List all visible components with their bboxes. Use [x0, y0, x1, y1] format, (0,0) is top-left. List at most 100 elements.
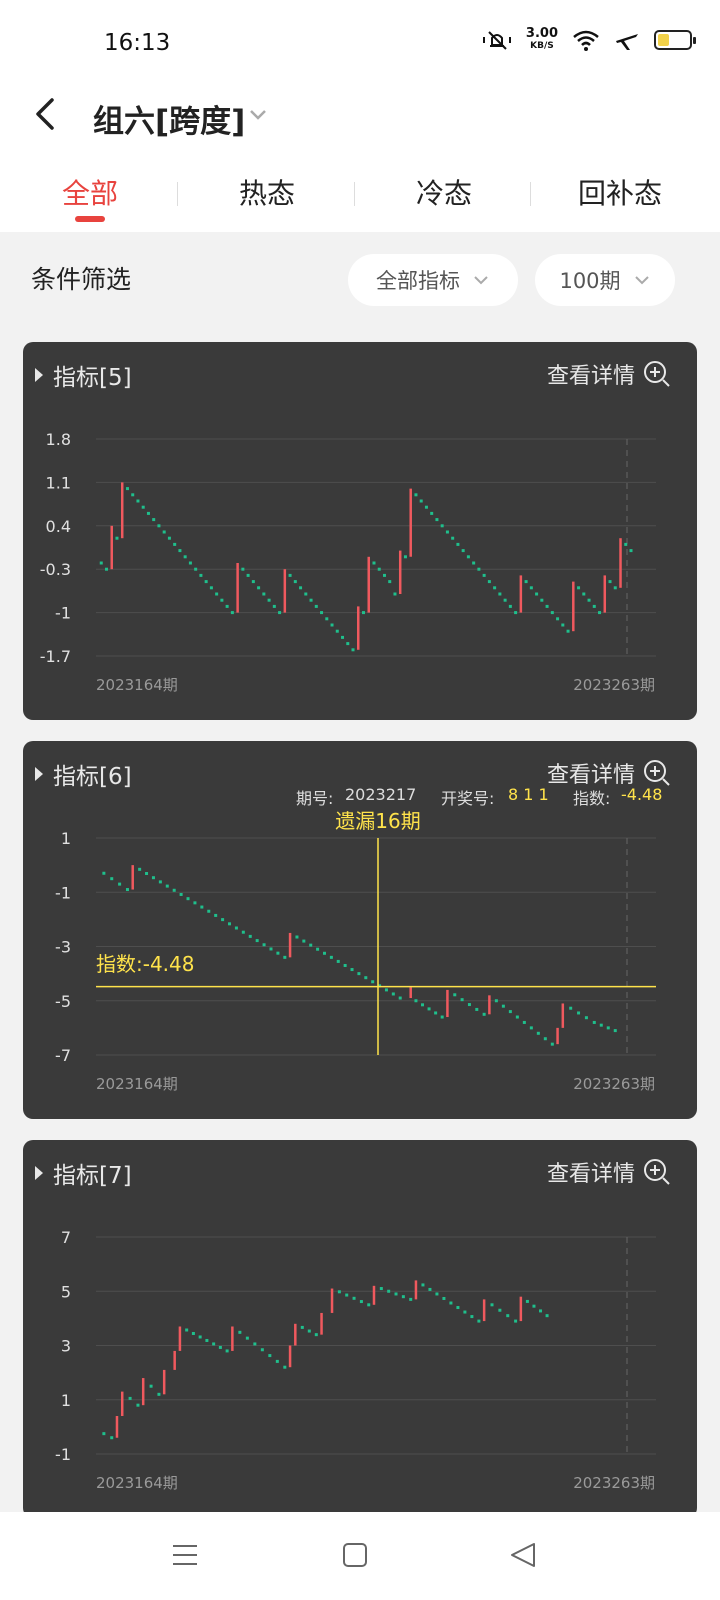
period-dropdown[interactable]: 100期	[535, 254, 675, 306]
fall-point	[508, 604, 512, 608]
fall-point	[384, 988, 388, 992]
fall-point	[535, 592, 539, 596]
fall-point	[241, 567, 245, 571]
fall-point	[577, 1011, 581, 1015]
y-tick-label: -1	[55, 1445, 71, 1464]
fall-point	[320, 611, 324, 615]
fall-point	[307, 1329, 311, 1333]
battery-icon	[654, 30, 696, 50]
fall-point	[529, 1026, 533, 1030]
fall-point	[207, 909, 211, 913]
fall-point	[550, 1042, 554, 1046]
tab-hot[interactable]: 热态	[177, 172, 357, 212]
y-tick-label: -3	[55, 938, 71, 957]
wifi-icon	[573, 30, 599, 51]
x-axis-end-label: 2023263期	[573, 676, 655, 694]
fall-point	[309, 943, 313, 947]
chevron-down-icon	[474, 276, 488, 285]
metric-dropdown[interactable]: 全部指标	[348, 254, 518, 306]
fall-point	[234, 926, 238, 930]
chevron-down-icon	[634, 276, 649, 285]
x-axis-end-label: 2023263期	[573, 1474, 655, 1492]
tab-rebound[interactable]: 回补态	[530, 172, 710, 212]
fall-point	[325, 617, 329, 621]
menu-icon[interactable]	[170, 1540, 200, 1570]
fall-point	[255, 939, 259, 943]
fall-point	[550, 611, 554, 615]
chevron-down-icon[interactable]	[246, 102, 270, 126]
fall-point	[379, 1287, 383, 1291]
fall-point	[104, 567, 108, 571]
page-title[interactable]: 组六[跨度]	[93, 96, 245, 141]
fall-point	[125, 888, 129, 892]
fall-point	[393, 592, 397, 596]
fall-point	[188, 561, 192, 565]
fall-point	[304, 592, 308, 596]
fall-point	[490, 1303, 494, 1307]
fall-point	[335, 629, 339, 633]
fall-point	[193, 901, 197, 905]
fall-point	[525, 1299, 529, 1303]
index-card: 指标[7] 查看详情 7 5 3 1 -1 2023164期 2023263期	[23, 1140, 697, 1518]
fall-point	[592, 1020, 596, 1024]
tab-cold[interactable]: 冷态	[354, 172, 534, 212]
fall-point	[330, 623, 334, 627]
fall-point	[606, 1026, 610, 1030]
fall-point	[582, 592, 586, 596]
fall-point	[209, 586, 213, 590]
fall-point	[341, 635, 345, 639]
fall-point	[162, 530, 166, 534]
fall-point	[283, 1365, 287, 1369]
index-chart[interactable]: 1 -1 -3 -5 -7 遗漏16期 指数:-4.48 2023164期 202326…	[23, 741, 697, 1119]
y-tick-label: 7	[61, 1228, 71, 1247]
fall-point	[357, 972, 361, 976]
index-chart[interactable]: 1.8 1.1 0.4 -0.3 -1 -1.7 2023164期 2023263期	[23, 342, 697, 720]
fall-point	[225, 604, 229, 608]
index-card: 指标[6] 查看详情 期号: 2023217 开奖号: 8 1 1 指数: -4…	[23, 741, 697, 1119]
airplane-icon	[616, 34, 638, 50]
fall-point	[428, 1287, 432, 1291]
fall-point	[427, 1007, 431, 1011]
fall-point	[430, 511, 434, 515]
fall-point	[167, 536, 171, 540]
status-time: 16:13	[104, 30, 171, 56]
fall-point	[272, 604, 276, 608]
fall-point	[456, 542, 460, 546]
fall-point	[276, 951, 280, 955]
index-chart[interactable]: 7 5 3 1 -1 2023164期 2023263期	[23, 1140, 697, 1518]
fall-point	[260, 1348, 264, 1352]
tab-all[interactable]: 全部	[0, 172, 180, 212]
fall-point	[377, 567, 381, 571]
fall-point	[453, 993, 457, 997]
fall-point	[343, 963, 347, 967]
home-icon[interactable]	[340, 1540, 370, 1570]
fall-point	[388, 580, 392, 584]
fall-point	[136, 499, 140, 503]
fall-point	[498, 1308, 502, 1312]
fall-point	[118, 882, 122, 886]
fall-point	[278, 611, 282, 615]
fall-point	[158, 880, 162, 884]
fall-point	[165, 884, 169, 888]
fall-point	[445, 530, 449, 534]
fall-point	[477, 1319, 481, 1323]
fall-point	[515, 1015, 519, 1019]
fall-point	[382, 573, 386, 577]
x-axis-start-label: 2023164期	[96, 676, 178, 694]
fall-point	[367, 1303, 371, 1307]
x-axis-start-label: 2023164期	[96, 1075, 178, 1093]
fall-point	[514, 611, 518, 615]
index-card: 指标[5] 查看详情 1.8 1.1 0.4 -0.3 -1 -1.7 2023164期 …	[23, 342, 697, 720]
fall-point	[102, 871, 106, 875]
back-button[interactable]	[28, 92, 68, 136]
fall-point	[204, 580, 208, 584]
back-nav-icon[interactable]	[508, 1540, 538, 1570]
fall-point	[350, 968, 354, 972]
fall-point	[220, 598, 224, 602]
fall-point	[183, 555, 187, 559]
fall-point	[110, 1436, 114, 1440]
fall-point	[529, 586, 533, 590]
fall-point	[141, 505, 145, 509]
y-tick-label: 1	[61, 1391, 71, 1410]
fall-point	[466, 555, 470, 559]
